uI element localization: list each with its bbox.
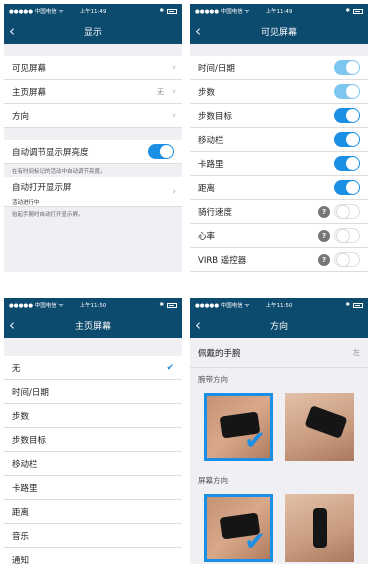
- back-chevron-icon[interactable]: ‹: [9, 23, 21, 39]
- note: 在有时间标记的活动中自动调节亮度。: [4, 164, 182, 177]
- help-icon[interactable]: ?: [318, 254, 330, 266]
- chevron-right-icon: ›: [172, 86, 176, 97]
- row-step-goal: 步数目标: [190, 104, 368, 128]
- list-item[interactable]: 无 ✔: [4, 356, 182, 380]
- row-heart-rate: 心率?: [190, 224, 368, 248]
- page-title: 显示: [83, 27, 102, 38]
- visible-screens-screen: ●●●●● 中国电信 ᯤ 上午11:49 ✱ ‹ 可见屏幕 时间/日期 步数 步…: [190, 4, 368, 272]
- calories-toggle[interactable]: [334, 156, 360, 171]
- status-bar: ●●●●● 中国电信 ᯤ 上午11:49 ✱: [190, 4, 368, 18]
- band-orientation-title: 腕带方向: [190, 368, 368, 389]
- screen-orientation-option[interactable]: [285, 494, 354, 562]
- battery-icon: [167, 8, 177, 14]
- page-title: 可见屏幕: [260, 27, 297, 38]
- battery-icon: [353, 302, 363, 308]
- checkmark-icon: ✔: [244, 527, 267, 557]
- time-date-toggle[interactable]: [334, 60, 360, 75]
- bluetooth-icon: ✱: [345, 8, 350, 14]
- bluetooth-icon: ✱: [345, 302, 350, 308]
- checkmark-icon: ✔: [166, 362, 174, 373]
- row-virb-remote: VIRB 遥控器?: [190, 248, 368, 272]
- status-bar: ●●●●● 中国电信 ᯤ 上午11:49 ✱: [4, 4, 182, 18]
- bluetooth-icon: ✱: [159, 8, 164, 14]
- step-goal-toggle[interactable]: [334, 108, 360, 123]
- orientation-screen: ●●●●● 中国电信 ᯤ 上午11:50 ✱ ‹ 方向 佩戴的手腕 左 腕带方向…: [190, 298, 368, 564]
- list-item[interactable]: 时间/日期: [4, 380, 182, 404]
- row-move-bar: 移动栏: [190, 128, 368, 152]
- list-item[interactable]: 移动栏: [4, 452, 182, 476]
- page-title: 方向: [269, 321, 288, 332]
- display-settings-screen: ●●●●● 中国电信 ᯤ 上午11:49 ✱ ‹ 显示 可见屏幕 › 主页屏幕 …: [4, 4, 182, 272]
- row-calories: 卡路里: [190, 152, 368, 176]
- row-home-screen[interactable]: 主页屏幕 无 ›: [4, 80, 182, 104]
- band-icon: [304, 405, 348, 439]
- status-bar: ●●●●● 中国电信 ᯤ 上午11:50 ✱: [190, 298, 368, 312]
- list-item[interactable]: 步数: [4, 404, 182, 428]
- screen-orientation-option-selected[interactable]: ✔: [204, 494, 274, 562]
- row-wrist[interactable]: 佩戴的手腕 左: [190, 338, 368, 368]
- row-distance: 距离: [190, 176, 368, 200]
- chevron-right-icon: ›: [172, 187, 176, 197]
- band-orientation-option[interactable]: [285, 393, 354, 461]
- back-chevron-icon[interactable]: ‹: [195, 317, 207, 333]
- battery-icon: [353, 8, 363, 14]
- back-chevron-icon[interactable]: ‹: [195, 23, 207, 39]
- band-icon: [313, 508, 328, 548]
- nav-bar: ‹ 可见屏幕: [190, 18, 368, 44]
- virb-remote-toggle[interactable]: [334, 252, 360, 267]
- back-chevron-icon[interactable]: ‹: [9, 317, 21, 333]
- heart-rate-toggle[interactable]: [334, 228, 360, 243]
- status-bar: ●●●●● 中国电信 ᯤ 上午11:50 ✱: [4, 298, 182, 312]
- band-orientation-option-selected[interactable]: ✔: [204, 393, 274, 461]
- chevron-right-icon: ›: [172, 62, 176, 73]
- nav-bar: ‹ 方向: [190, 312, 368, 338]
- screen-orientation-title: 屏幕方向: [190, 469, 368, 490]
- row-auto-brightness: 自动调节显示屏亮度: [4, 140, 182, 164]
- nav-bar: ‹ 主页屏幕: [4, 312, 182, 338]
- distance-toggle[interactable]: [334, 180, 360, 195]
- bluetooth-icon: ✱: [159, 302, 164, 308]
- list-item[interactable]: 音乐: [4, 524, 182, 548]
- cycling-speed-toggle[interactable]: [334, 204, 360, 219]
- home-screen-picker: ●●●●● 中国电信 ᯤ 上午11:50 ✱ ‹ 主页屏幕 无 ✔ 时间/日期 步…: [4, 298, 182, 564]
- row-auto-display-on[interactable]: 自动打开显示屏 活动进行中 ›: [4, 177, 182, 207]
- list-item[interactable]: 步数目标: [4, 428, 182, 452]
- checkmark-icon: ✔: [244, 426, 267, 456]
- auto-brightness-toggle[interactable]: [148, 144, 174, 159]
- row-visible-screens[interactable]: 可见屏幕 ›: [4, 56, 182, 80]
- chevron-right-icon: ›: [172, 110, 176, 121]
- battery-icon: [167, 302, 177, 308]
- list-item[interactable]: 卡路里: [4, 476, 182, 500]
- row-time-date: 时间/日期: [190, 56, 368, 80]
- row-orientation[interactable]: 方向 ›: [4, 104, 182, 128]
- row-cycling-speed: 骑行速度?: [190, 200, 368, 224]
- nav-bar: ‹ 显示: [4, 18, 182, 44]
- help-icon[interactable]: ?: [318, 230, 330, 242]
- help-icon[interactable]: ?: [318, 206, 330, 218]
- status-time: 上午11:49: [79, 9, 107, 15]
- note: 抬起手腕时自动打开显示屏。: [4, 207, 182, 220]
- page-title: 主页屏幕: [74, 321, 111, 332]
- steps-toggle[interactable]: [334, 84, 360, 99]
- move-bar-toggle[interactable]: [334, 132, 360, 147]
- list-item[interactable]: 通知: [4, 548, 182, 564]
- list-item[interactable]: 距离: [4, 500, 182, 524]
- row-steps: 步数: [190, 80, 368, 104]
